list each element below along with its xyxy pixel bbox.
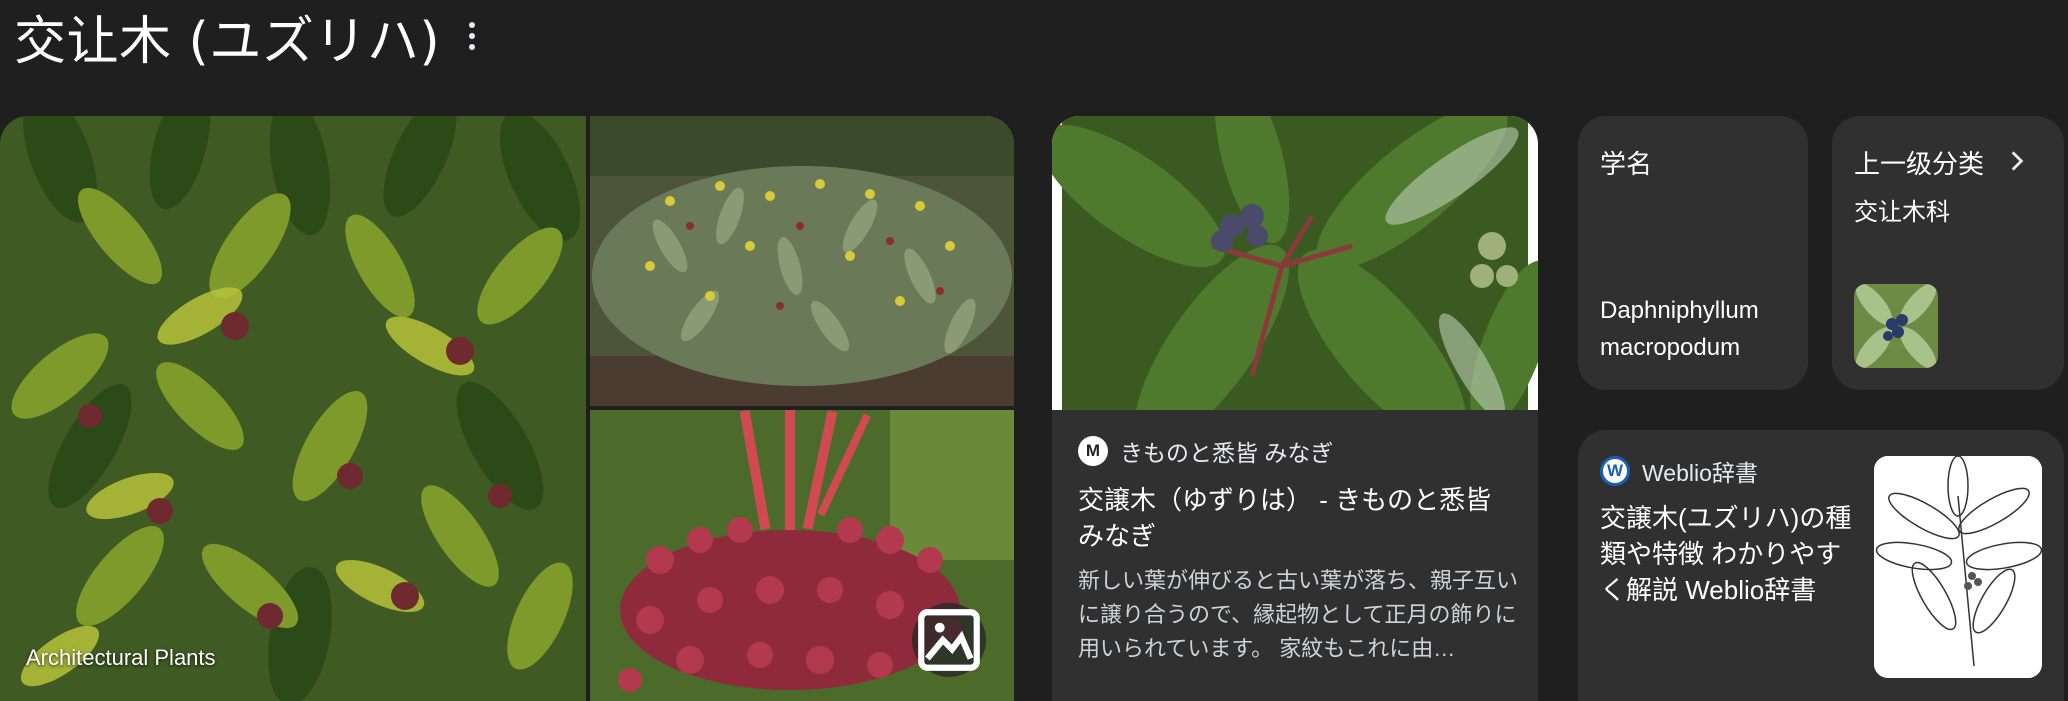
result-title[interactable]: 交譲木(ユズリハ)の種類や特徴 わかりやすく解説 Weblio辞書 bbox=[1600, 500, 1860, 608]
fact-value: 交让木科 bbox=[1854, 199, 1950, 226]
result-title[interactable]: 交譲木（ゆずりは） - きものと悉皆 みなぎ bbox=[1078, 482, 1518, 554]
result-thumbnail bbox=[1874, 456, 2042, 678]
knowledge-panel: 交让木 (ユズリハ) Architectural Plants M きものと悉皆… bbox=[0, 0, 2068, 701]
result-source: M きものと悉皆 みなぎ bbox=[1078, 434, 1333, 468]
fact-chip-scientific-name[interactable]: 学名 Daphniphyllum macropodum bbox=[1578, 116, 1808, 390]
fact-chip-parent-taxon[interactable]: 上一级分类 交让木科 bbox=[1832, 116, 2064, 390]
fact-label: 上一级分类 bbox=[1854, 149, 1985, 179]
source-logo: W bbox=[1600, 456, 1630, 486]
source-name: Weblio辞書 bbox=[1642, 460, 1758, 486]
result-card-kimono[interactable]: M きものと悉皆 みなぎ 交譲木（ゆずりは） - きものと悉皆 みなぎ 新しい葉… bbox=[1052, 116, 1538, 701]
page-title: 交让木 (ユズリハ) bbox=[14, 11, 441, 72]
image-search-icon[interactable] bbox=[912, 603, 986, 677]
image-gallery: Architectural Plants bbox=[0, 116, 1014, 701]
fact-value: Daphniphyllum macropodum bbox=[1600, 297, 1759, 361]
more-vert-icon[interactable] bbox=[462, 16, 482, 56]
source-logo: M bbox=[1078, 436, 1108, 466]
gallery-image-main[interactable]: Architectural Plants bbox=[0, 116, 586, 701]
chevron-right-icon bbox=[2011, 151, 2024, 171]
image-caption: Architectural Plants bbox=[26, 645, 216, 670]
source-name: きものと悉皆 みなぎ bbox=[1120, 440, 1334, 466]
title-row: 交让木 (ユズリハ) bbox=[14, 4, 482, 72]
result-card-weblio[interactable]: W Weblio辞書 交譲木(ユズリハ)の種類や特徴 わかりやすく解説 Webl… bbox=[1578, 430, 2064, 701]
gallery-image-shrub[interactable] bbox=[590, 116, 1014, 406]
fact-label: 学名 bbox=[1600, 149, 1653, 179]
fact-thumbnail bbox=[1854, 284, 1938, 368]
result-thumbnail bbox=[1052, 116, 1538, 410]
result-source: W Weblio辞書 bbox=[1600, 454, 1758, 488]
result-snippet: 新しい葉が伸びると古い葉が落ち、親子互いに譲り合うので、縁起物として正月の飾りに… bbox=[1078, 568, 1518, 661]
gallery-image-flowers[interactable] bbox=[590, 410, 1014, 701]
